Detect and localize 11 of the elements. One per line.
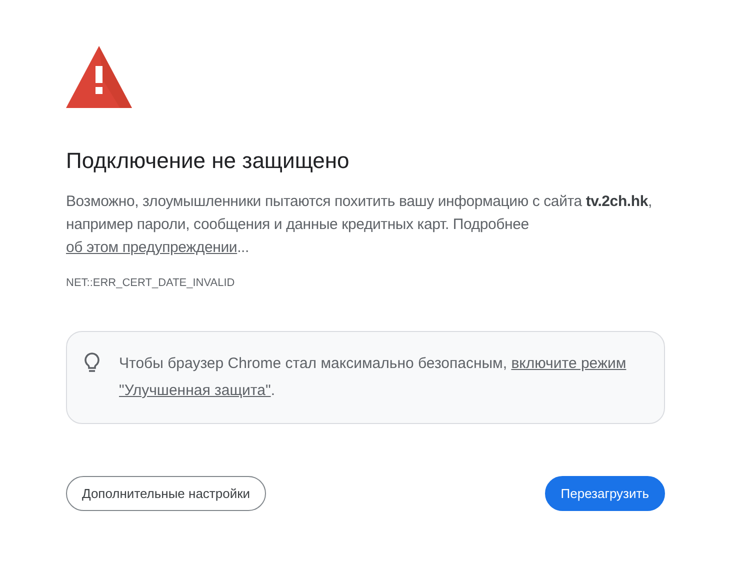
- text-link[interactable]: включите режим: [511, 355, 626, 372]
- error-code: NET::ERR_CERT_DATE_INVALID: [66, 277, 235, 289]
- warning-icon: [66, 44, 132, 110]
- reload-button[interactable]: Перезагрузить: [544, 476, 665, 511]
- text-link[interactable]: "Улучшенная защита": [119, 382, 271, 399]
- page-heading: Подключение не защищено: [66, 147, 350, 175]
- explanation-text: Возможно, злоумышленники пытаются похитить вашу информацию с сайта tv.2ch.hk, например пароли, сообщения и данные кредитных карт. Подробнее об этом предупреждении...: [66, 192, 653, 258]
- advanced-button[interactable]: Дополнительные настройки: [66, 476, 266, 511]
- tip-text: Чтобы браузер Chrome стал максимально безопасным, включите режим "Улучшенная защита".: [119, 354, 628, 401]
- text-link[interactable]: об этом предупреждении: [66, 239, 238, 256]
- lightbulb-icon: [83, 352, 101, 374]
